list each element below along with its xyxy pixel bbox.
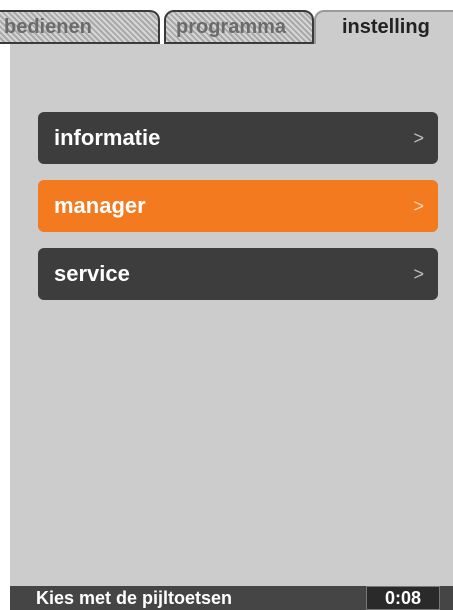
menu-item-service[interactable]: service > [38,248,438,300]
tab-bar: bedienen programma instelling [0,0,453,44]
tab-bedienen[interactable]: bedienen [0,10,160,44]
menu-item-manager[interactable]: manager > [38,180,438,232]
countdown-timer: 0:08 [366,586,440,610]
chevron-right-icon: > [413,264,424,284]
status-hint: Kies met de pijltoetsen [36,588,233,608]
menu-item-label: informatie [54,125,161,150]
tab-programma[interactable]: programma [164,10,314,44]
chevron-right-icon: > [413,128,424,148]
menu-item-informatie[interactable]: informatie > [38,112,438,164]
chevron-right-icon: > [413,196,424,216]
menu-item-label: manager [54,193,146,218]
screen: bedienen programma instelling informatie… [0,0,453,610]
menu-item-label: service [54,261,130,286]
tab-instelling[interactable]: instelling [314,10,453,44]
